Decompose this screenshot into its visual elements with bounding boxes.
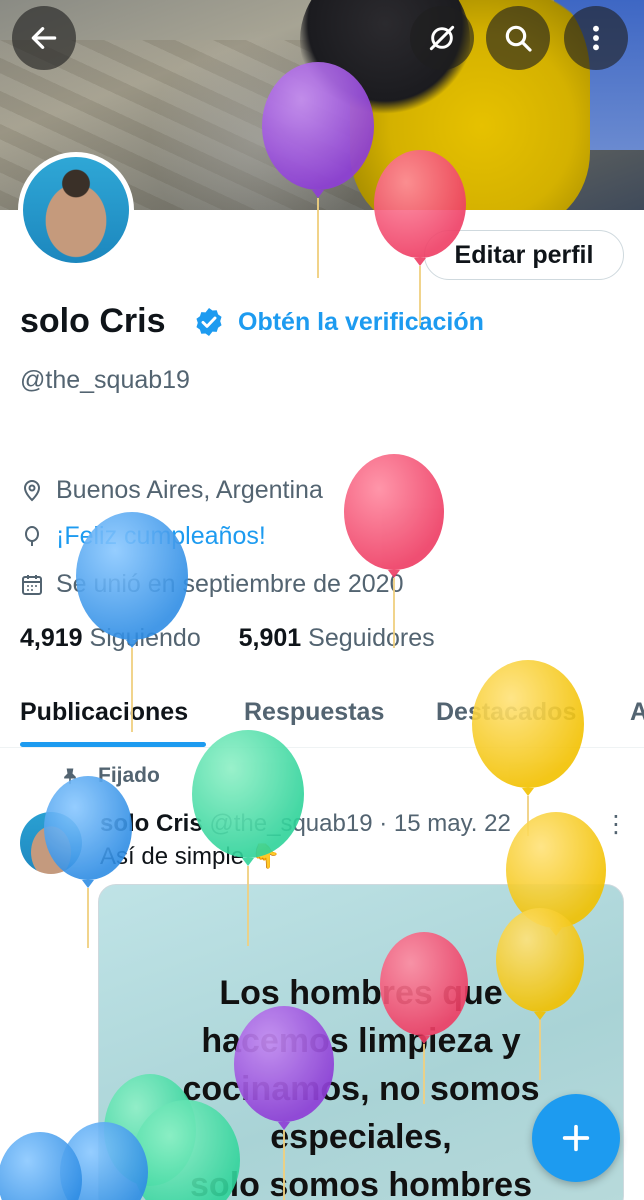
location-text: Buenos Aires, Argentina (56, 476, 323, 504)
post-header: solo Cris @the_squab19 · 15 may. 22 (100, 810, 511, 838)
tab-next[interactable]: A (630, 698, 644, 727)
pinned-text: Fijado (98, 764, 160, 787)
verified-badge-icon (196, 308, 222, 336)
back-button[interactable] (12, 6, 76, 70)
post-author-name[interactable]: solo Cris (100, 810, 203, 837)
joined-text: Se unió en septiembre de 2020 (56, 570, 404, 598)
calendar-icon (22, 574, 42, 595)
profile-avatar[interactable] (18, 152, 134, 268)
following-count: 4,919 (20, 624, 83, 652)
pinned-label-row: Fijado (60, 764, 160, 788)
location-row: Buenos Aires, Argentina (20, 476, 323, 505)
followers-link[interactable]: 5,901 Seguidores (239, 624, 435, 652)
post-more-icon[interactable]: ⋮ (604, 810, 628, 839)
pin-icon (64, 768, 76, 785)
balloon-icon (25, 525, 39, 546)
edit-profile-button[interactable]: Editar perfil (424, 230, 624, 280)
get-verified-link[interactable]: Obtén la verificación (238, 308, 484, 337)
profile-handle: @the_squab19 (20, 366, 190, 394)
balloon (0, 1132, 82, 1200)
more-vertical-icon (593, 25, 599, 51)
plus-icon (562, 1124, 590, 1152)
following-label: Siguiendo (89, 624, 201, 652)
post-author-avatar[interactable] (20, 812, 82, 874)
birthday-row[interactable]: ¡Feliz cumpleaños! (20, 522, 266, 551)
balloon (344, 454, 444, 648)
post-text: Así de simple 👇 (100, 843, 281, 870)
tab-destacados[interactable]: Destacados (436, 698, 576, 727)
active-tab-indicator (20, 742, 206, 747)
grok-button[interactable] (410, 6, 474, 70)
profile-name: solo Cris (20, 302, 166, 340)
compose-post-button[interactable] (532, 1094, 620, 1182)
profile-tabs: Publicaciones Respuestas Destacados A (0, 690, 644, 748)
post-image-line: hacemos limpieza y (201, 1022, 521, 1060)
tab-publicaciones[interactable]: Publicaciones (20, 698, 188, 727)
location-pin-icon (23, 479, 41, 501)
tab-respuestas[interactable]: Respuestas (244, 698, 384, 727)
post-image-line: Los hombres que (219, 974, 503, 1012)
follow-stats: 4,919 Siguiendo 5,901 Seguidores (20, 624, 435, 653)
grok-icon (429, 25, 455, 51)
more-button[interactable] (564, 6, 628, 70)
search-icon (505, 25, 532, 52)
arrow-left-icon (31, 27, 57, 49)
birthday-text[interactable]: ¡Feliz cumpleaños! (56, 522, 266, 551)
following-link[interactable]: 4,919 Siguiendo (20, 624, 201, 652)
followers-label: Seguidores (308, 624, 435, 652)
joined-row: Se unió en septiembre de 2020 (20, 570, 403, 599)
post-author-handle-date: @the_squab19 · 15 may. 22 (209, 810, 511, 837)
followers-count: 5,901 (238, 624, 302, 652)
search-button[interactable] (486, 6, 550, 70)
